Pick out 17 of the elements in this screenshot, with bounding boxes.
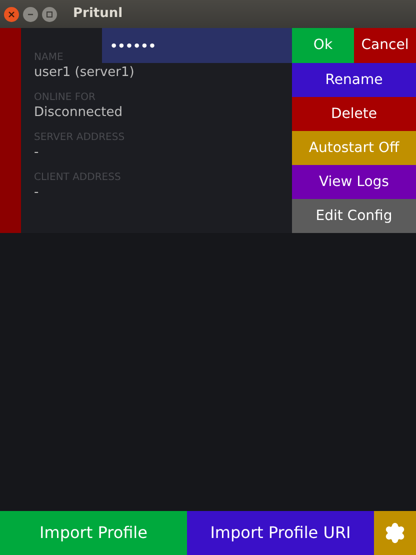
window-title: Pritunl xyxy=(73,5,123,24)
field-value: - xyxy=(34,144,40,162)
close-icon[interactable] xyxy=(4,6,19,22)
menu-button[interactable]: Edit Config xyxy=(292,199,416,233)
maximize-icon[interactable] xyxy=(42,6,57,22)
menu-button[interactable]: Delete xyxy=(292,97,416,131)
field-value: - xyxy=(34,184,40,202)
import-button[interactable]: Import Profile URI xyxy=(187,511,374,555)
menu-button[interactable]: View Logs xyxy=(292,165,416,199)
password-field[interactable]: •••••• xyxy=(102,28,292,63)
settings-button[interactable] xyxy=(374,511,416,555)
cancel-button[interactable]: Cancel xyxy=(354,28,416,63)
minimize-icon[interactable] xyxy=(23,6,38,22)
field-value: Disconnected xyxy=(34,104,124,122)
settings-icon xyxy=(384,522,406,544)
menu-button[interactable]: Rename xyxy=(292,63,416,97)
field-value: user1 (server1) xyxy=(34,64,134,82)
